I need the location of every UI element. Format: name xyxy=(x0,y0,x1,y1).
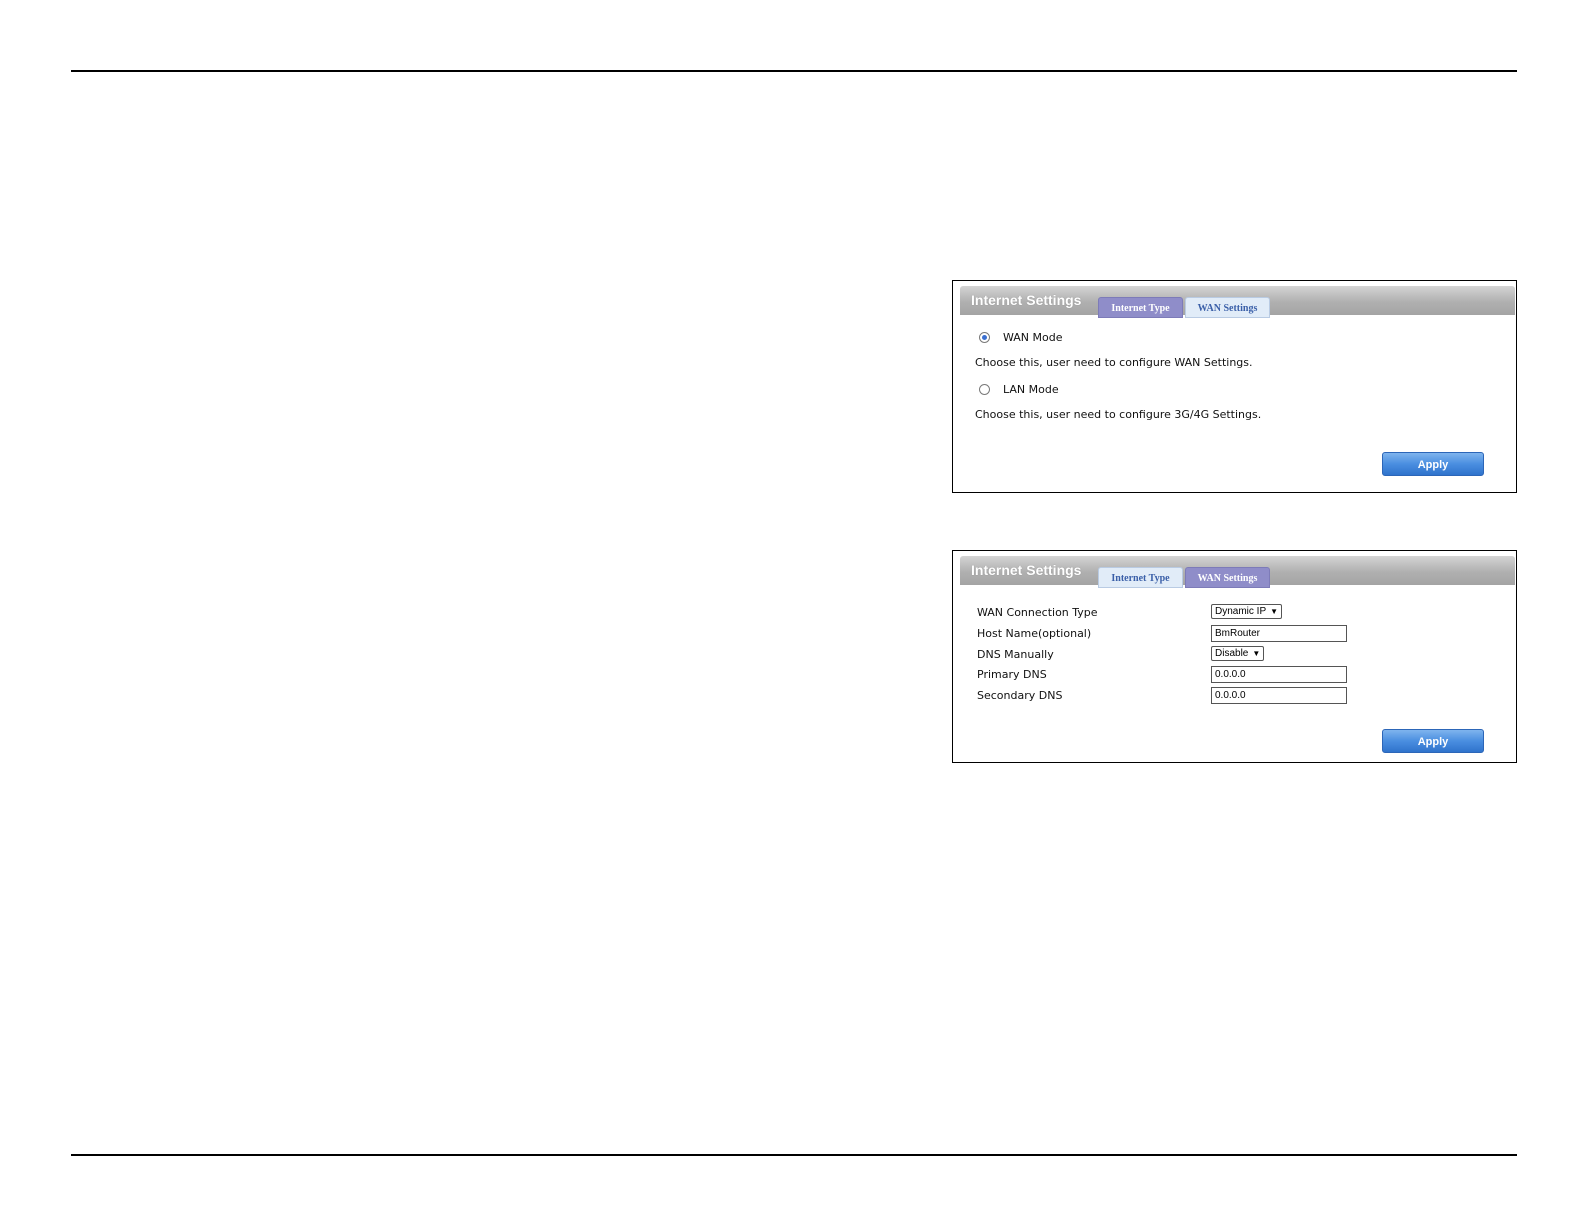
host-name-label: Host Name(optional) xyxy=(977,627,1092,640)
secondary-dns-label: Secondary DNS xyxy=(977,689,1063,702)
lan-mode-option[interactable]: LAN Mode xyxy=(979,383,1059,396)
bottom-divider xyxy=(71,1154,1517,1156)
primary-dns-input[interactable]: 0.0.0.0 xyxy=(1211,666,1347,683)
wan-mode-description: Choose this, user need to configure WAN … xyxy=(975,356,1253,369)
tab-wan-settings[interactable]: WAN Settings xyxy=(1185,567,1270,588)
primary-dns-row: Primary DNS 0.0.0.0 xyxy=(977,666,1497,685)
secondary-dns-input[interactable]: 0.0.0.0 xyxy=(1211,687,1347,704)
lan-mode-label: LAN Mode xyxy=(1003,383,1059,396)
wan-connection-type-row: WAN Connection Type Dynamic IP ▼ xyxy=(977,604,1497,623)
panel-header: Internet Settings Internet Type WAN Sett… xyxy=(960,556,1515,588)
radio-unselected-icon[interactable] xyxy=(979,384,990,395)
dns-manually-row: DNS Manually Disable ▼ xyxy=(977,646,1497,665)
wan-connection-type-value: Dynamic IP xyxy=(1215,606,1267,617)
apply-button[interactable]: Apply xyxy=(1382,729,1484,753)
radio-selected-icon[interactable] xyxy=(979,332,990,343)
wan-mode-label: WAN Mode xyxy=(1003,331,1063,344)
chevron-down-icon: ▼ xyxy=(1252,649,1261,658)
host-name-input[interactable]: BmRouter xyxy=(1211,625,1347,642)
wan-connection-type-select[interactable]: Dynamic IP ▼ xyxy=(1211,604,1283,619)
secondary-dns-row: Secondary DNS 0.0.0.0 xyxy=(977,687,1497,706)
wan-connection-type-label: WAN Connection Type xyxy=(977,606,1098,619)
lan-mode-description: Choose this, user need to configure 3G/4… xyxy=(975,408,1262,421)
tab-wan-settings[interactable]: WAN Settings xyxy=(1185,297,1270,318)
panel-header: Internet Settings Internet Type WAN Sett… xyxy=(960,286,1515,318)
panel-title: Internet Settings xyxy=(971,292,1082,308)
internet-type-panel: Internet Settings Internet Type WAN Sett… xyxy=(952,280,1517,493)
panel-title: Internet Settings xyxy=(971,562,1082,578)
host-name-row: Host Name(optional) BmRouter xyxy=(977,625,1497,644)
apply-button[interactable]: Apply xyxy=(1382,452,1484,476)
wan-settings-panel: Internet Settings Internet Type WAN Sett… xyxy=(952,550,1517,763)
tab-internet-type[interactable]: Internet Type xyxy=(1098,297,1183,318)
wan-mode-option[interactable]: WAN Mode xyxy=(979,331,1063,344)
primary-dns-label: Primary DNS xyxy=(977,668,1047,681)
chevron-down-icon: ▼ xyxy=(1270,607,1279,616)
dns-manually-value: Disable xyxy=(1215,648,1249,659)
top-divider xyxy=(71,70,1517,72)
tab-internet-type[interactable]: Internet Type xyxy=(1098,567,1183,588)
dns-manually-label: DNS Manually xyxy=(977,648,1054,661)
dns-manually-select[interactable]: Disable ▼ xyxy=(1211,646,1265,661)
